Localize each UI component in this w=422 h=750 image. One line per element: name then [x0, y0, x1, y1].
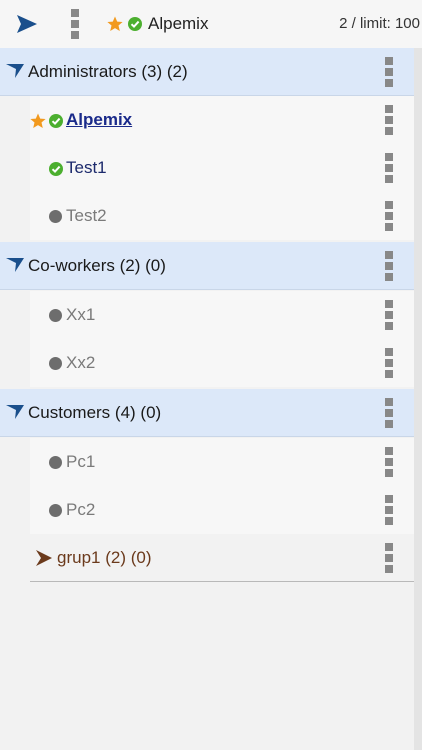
top-bar: Alpemix 2 / limit: 100 — [0, 0, 422, 48]
kebab-menu-icon[interactable] — [385, 398, 395, 428]
offline-dot-icon — [49, 210, 62, 223]
group-row-administrators[interactable]: Administrators (3) (2) — [0, 48, 414, 96]
member-name: Xx2 — [66, 353, 96, 372]
list-item-pc1[interactable]: Pc1 — [30, 438, 414, 486]
kebab-menu-icon[interactable] — [385, 348, 395, 378]
offline-dot-icon — [49, 357, 62, 370]
chevron-right-icon[interactable] — [35, 550, 53, 566]
scrollbar[interactable] — [414, 48, 422, 750]
member-name: Pc1 — [66, 452, 96, 471]
connection-count: 2 / limit: 100 — [339, 15, 420, 32]
list-item-xx1[interactable]: Xx1 — [30, 291, 414, 339]
list-item-test1[interactable]: Test1 — [30, 144, 414, 192]
current-user-name: Alpemix — [148, 14, 209, 33]
list-item-pc2[interactable]: Pc2 — [30, 486, 414, 534]
group-row-co-workers[interactable]: Co-workers (2) (0) — [0, 242, 414, 290]
star-icon — [107, 16, 123, 31]
app-window: Alpemix 2 / limit: 100 Administrators (3… — [0, 0, 422, 750]
member-name[interactable]: Alpemix — [66, 110, 132, 130]
offline-dot-icon — [49, 456, 62, 469]
kebab-menu-icon[interactable] — [385, 57, 395, 87]
list-item-xx2[interactable]: Xx2 — [30, 339, 414, 387]
group-row-customers[interactable]: Customers (4) (0) — [0, 389, 414, 437]
kebab-menu-icon[interactable] — [385, 201, 395, 231]
kebab-menu-icon[interactable] — [385, 251, 395, 281]
online-check-icon — [49, 114, 63, 128]
member-name: Xx1 — [66, 305, 96, 324]
offline-dot-icon — [49, 309, 62, 322]
online-check-icon — [128, 17, 142, 31]
subgroup-row-grup1[interactable]: grup1 (2) (0) — [30, 534, 414, 582]
group-label: Co-workers (2) (0) — [28, 256, 166, 275]
kebab-menu-icon[interactable] — [71, 9, 81, 39]
member-name: Test1 — [66, 158, 107, 177]
list-item-alpemix[interactable]: Alpemix — [30, 96, 414, 144]
offline-dot-icon — [49, 504, 62, 517]
kebab-menu-icon[interactable] — [385, 300, 395, 330]
list-item-test2[interactable]: Test2 — [30, 192, 414, 240]
send-arrow-icon[interactable] — [16, 14, 38, 34]
subgroup-label: grup1 (2) (0) — [57, 548, 152, 567]
kebab-menu-icon[interactable] — [385, 105, 395, 135]
group-label: Customers (4) (0) — [28, 403, 162, 422]
kebab-menu-icon[interactable] — [385, 447, 395, 477]
member-name: Pc2 — [66, 500, 96, 519]
kebab-menu-icon[interactable] — [385, 153, 395, 183]
chevron-down-icon[interactable] — [6, 404, 24, 420]
member-name: Test2 — [66, 206, 107, 225]
chevron-down-icon[interactable] — [6, 63, 24, 79]
chevron-down-icon[interactable] — [6, 257, 24, 273]
kebab-menu-icon[interactable] — [385, 543, 395, 573]
online-check-icon — [49, 162, 63, 176]
kebab-menu-icon[interactable] — [385, 495, 395, 525]
star-icon — [30, 113, 46, 128]
group-label: Administrators (3) (2) — [28, 62, 188, 81]
